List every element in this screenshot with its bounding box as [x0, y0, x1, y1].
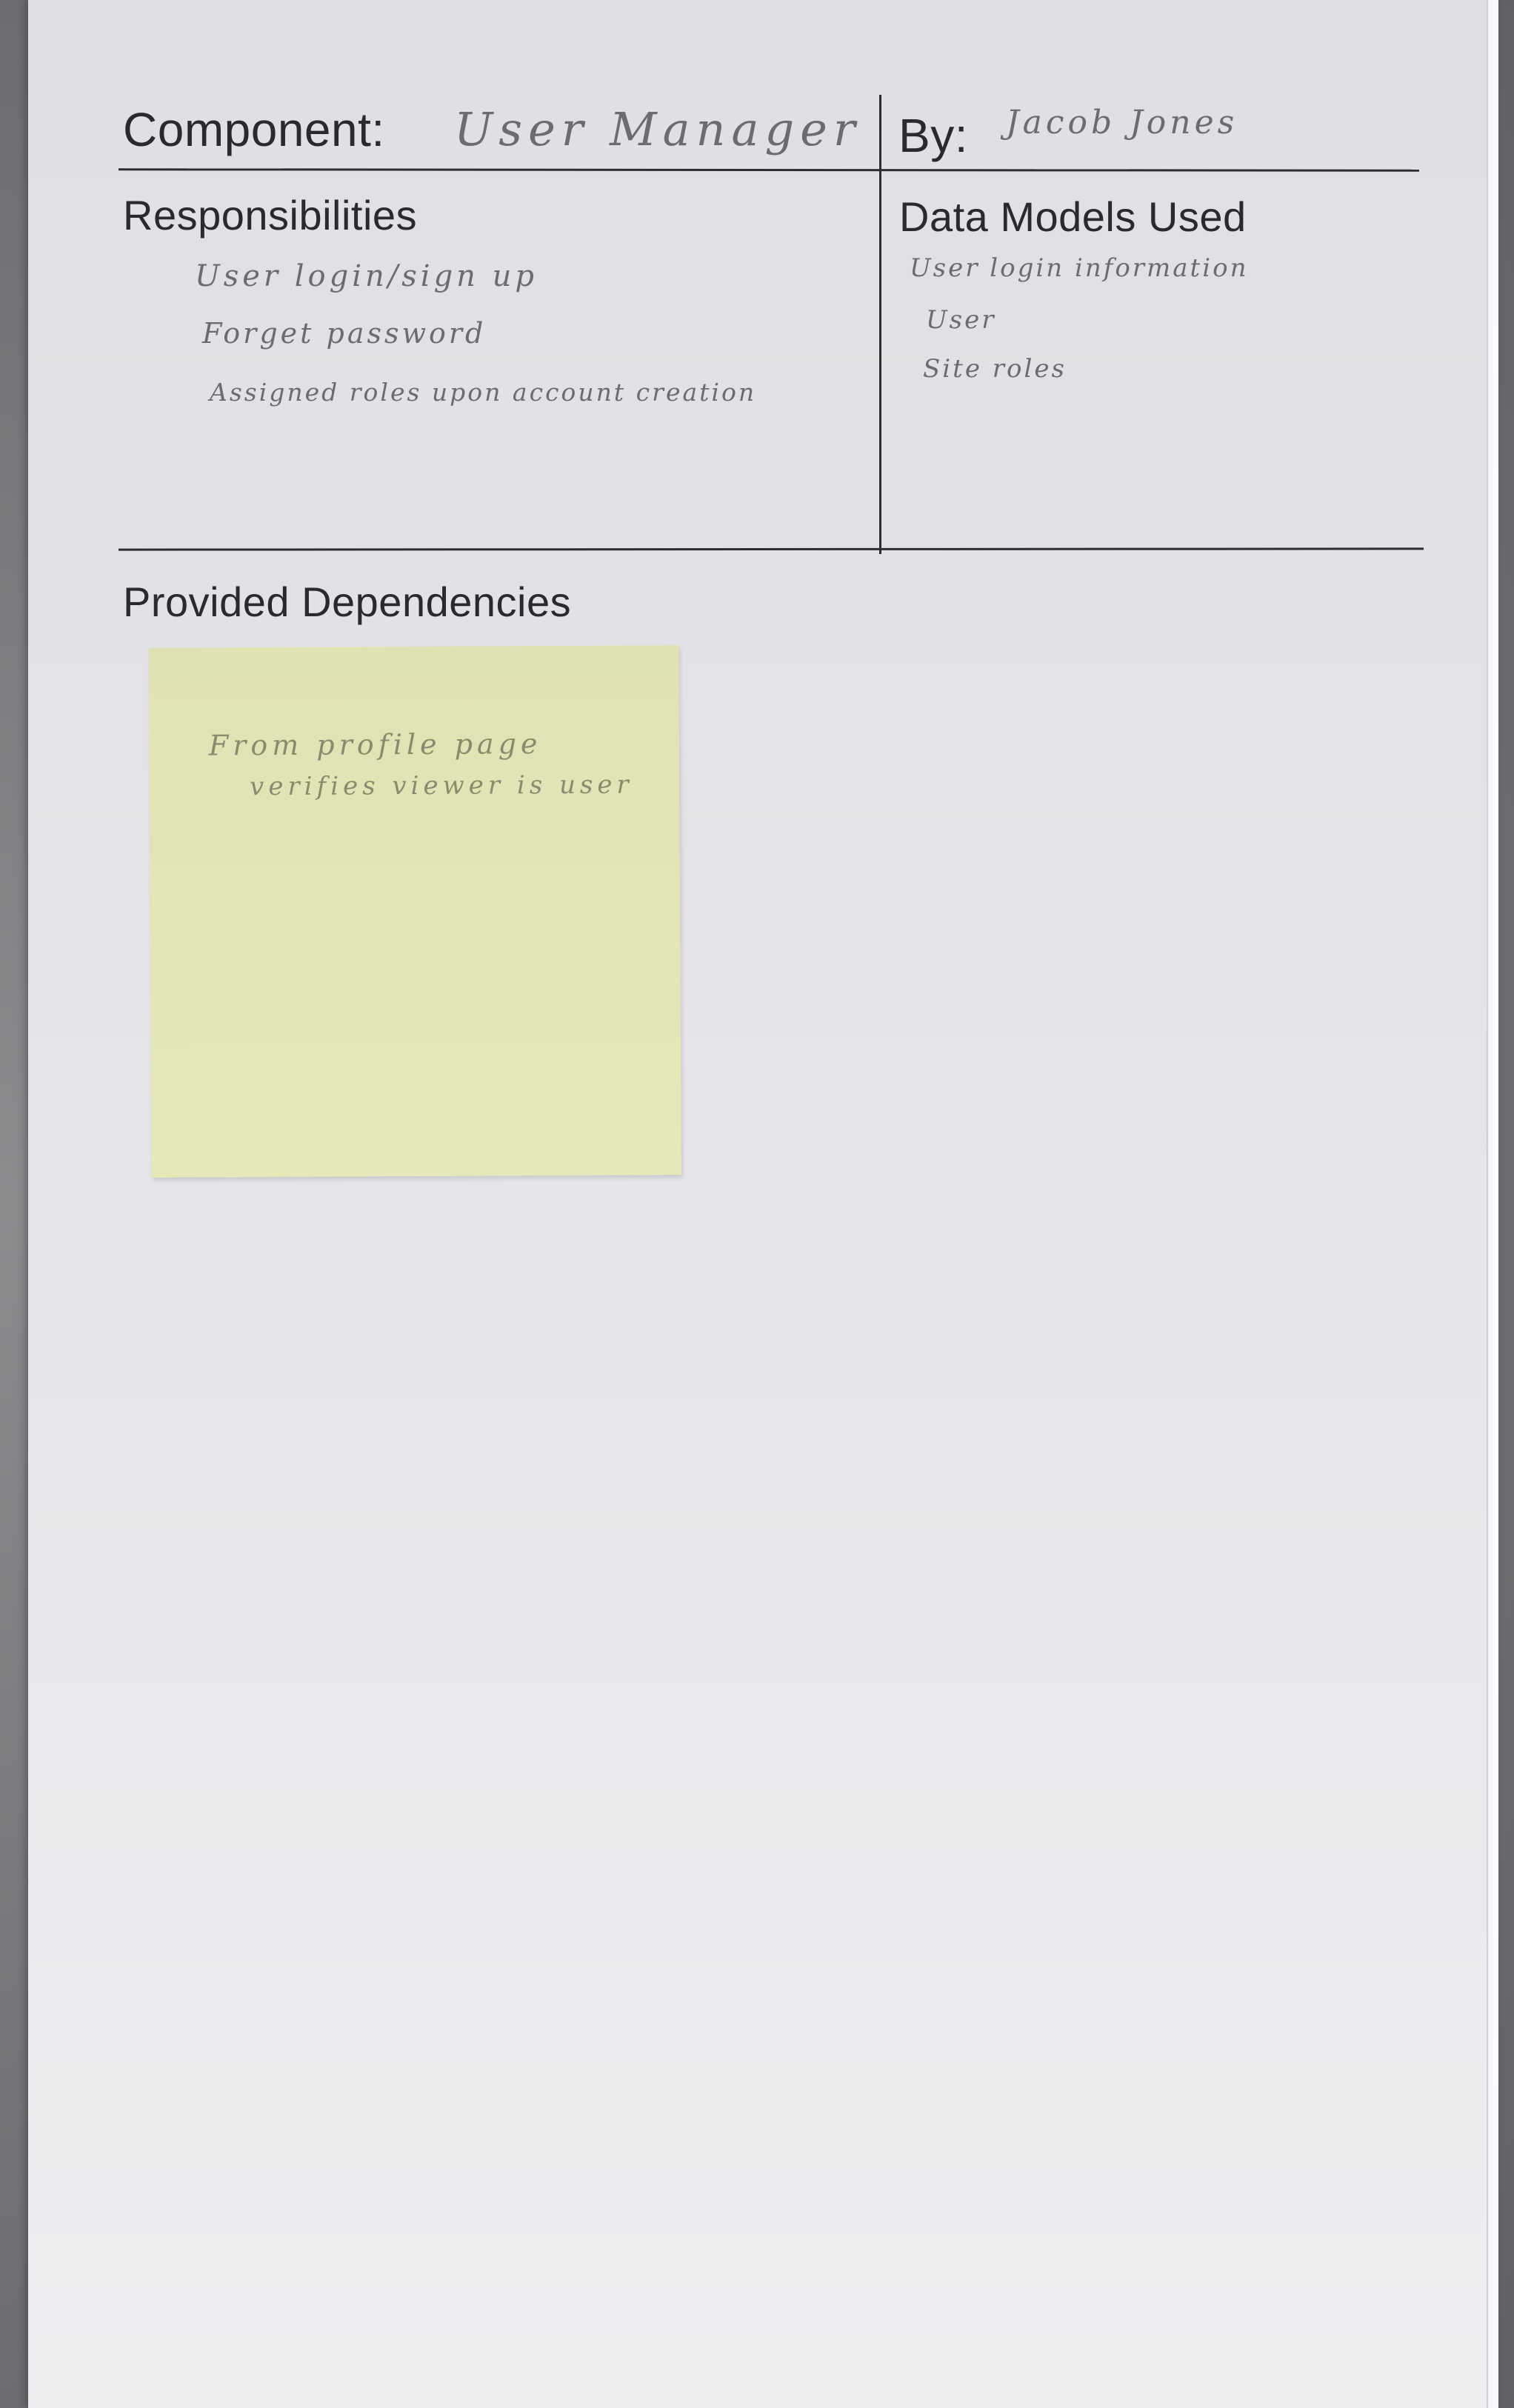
data-model-item: User	[926, 305, 996, 335]
component-value: User Manager	[454, 102, 861, 156]
section-divider-line	[118, 547, 1424, 551]
data-model-item: User login information	[910, 253, 1249, 283]
sticky-note: From profile page verifies viewer is use…	[149, 645, 681, 1178]
header-divider-line	[118, 168, 1420, 172]
sticky-note-line: verifies viewer is user	[250, 770, 633, 802]
paper-edge	[1487, 0, 1498, 2408]
data-models-heading: Data Models Used	[899, 193, 1247, 240]
responsibility-item: User login/sign up	[195, 259, 538, 293]
component-label: Component:	[123, 103, 385, 156]
crc-card-sheet: Component: User Manager By: Jacob Jones …	[28, 0, 1498, 2408]
responsibility-item: Forget password	[202, 317, 487, 350]
sticky-note-line: From profile page	[208, 727, 542, 762]
dependencies-heading: Provided Dependencies	[123, 578, 572, 625]
responsibility-item: Assigned roles upon account creation	[210, 378, 757, 407]
data-model-item: Site roles	[923, 354, 1067, 384]
by-value: Jacob Jones	[1006, 104, 1238, 141]
responsibilities-heading: Responsibilities	[123, 192, 418, 239]
by-label: By:	[898, 109, 968, 162]
column-divider-line	[879, 95, 881, 554]
